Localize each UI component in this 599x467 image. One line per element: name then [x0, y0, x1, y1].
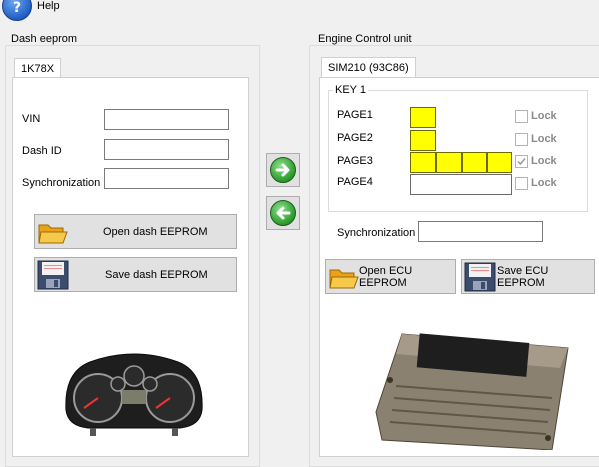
page3-cell-3[interactable] — [462, 152, 487, 173]
page3-lock-label: Lock — [531, 155, 557, 167]
page1-lock-checkbox[interactable] — [515, 110, 528, 123]
save-ecu-eeprom-button[interactable]: Save ECU EEPROM — [461, 259, 595, 294]
checkmark-icon — [517, 158, 526, 166]
page1-lock-label: Lock — [531, 110, 557, 122]
ecu-group-title: Engine Control unit — [316, 33, 414, 45]
floppy-disk-icon — [464, 262, 496, 292]
open-dash-eeprom-button[interactable]: Open dash EEPROM — [34, 214, 237, 249]
page4-cell[interactable] — [410, 174, 512, 195]
transfer-left-button[interactable] — [266, 196, 300, 230]
page2-lock-checkbox[interactable] — [515, 133, 528, 146]
vin-label: VIN — [22, 113, 41, 125]
menu-item-help[interactable]: Help — [37, 0, 60, 12]
dash-id-label: Dash ID — [22, 145, 62, 157]
ecu-module-image — [375, 333, 569, 450]
page3-cell-2[interactable] — [436, 152, 462, 173]
menu-bar: ? Help — [0, 0, 599, 21]
folder-icon — [38, 224, 68, 244]
vin-field[interactable] — [104, 109, 229, 130]
save-dash-eeprom-button[interactable]: Save dash EEPROM — [34, 257, 237, 292]
page4-lock-checkbox[interactable] — [515, 177, 528, 190]
dash-cluster-image — [65, 353, 203, 436]
page4-lock-label: Lock — [531, 177, 557, 189]
page2-label: PAGE2 — [337, 132, 373, 144]
tab-ecu-sim210[interactable]: SIM210 (93C86) — [321, 57, 416, 78]
tab-dash-1k78x[interactable]: 1K78X — [14, 58, 62, 78]
transfer-right-button[interactable] — [266, 153, 300, 187]
page1-label: PAGE1 — [337, 109, 373, 121]
page3-lock-checkbox[interactable] — [515, 155, 528, 168]
page3-cell-1[interactable] — [410, 152, 436, 173]
arrow-right-icon — [270, 157, 296, 183]
page2-lock-label: Lock — [531, 133, 557, 145]
open-ecu-eeprom-label: Open ECU EEPROM — [359, 264, 413, 289]
ecu-sync-field[interactable] — [418, 221, 543, 242]
key-group-title: KEY 1 — [333, 84, 368, 96]
dash-sync-label: Synchronization — [22, 177, 101, 189]
page2-cell[interactable] — [410, 130, 436, 151]
folder-icon — [329, 269, 359, 289]
floppy-disk-icon — [37, 260, 69, 290]
dash-id-field[interactable] — [104, 139, 229, 160]
dash-group-title: Dash eeprom — [9, 33, 80, 45]
page3-cell-4[interactable] — [487, 152, 512, 173]
help-icon[interactable]: ? — [2, 0, 32, 21]
dash-sync-field[interactable] — [104, 168, 229, 189]
save-ecu-eeprom-label: Save ECU EEPROM — [497, 264, 549, 289]
page1-cell[interactable] — [410, 107, 436, 128]
save-dash-eeprom-label: Save dash EEPROM — [105, 268, 208, 281]
ecu-sync-label: Synchronization — [337, 227, 416, 239]
page3-label: PAGE3 — [337, 155, 373, 167]
open-ecu-eeprom-button[interactable]: Open ECU EEPROM — [325, 259, 456, 294]
page4-label: PAGE4 — [337, 176, 373, 188]
open-dash-eeprom-label: Open dash EEPROM — [103, 225, 208, 238]
arrow-left-icon — [270, 200, 296, 226]
